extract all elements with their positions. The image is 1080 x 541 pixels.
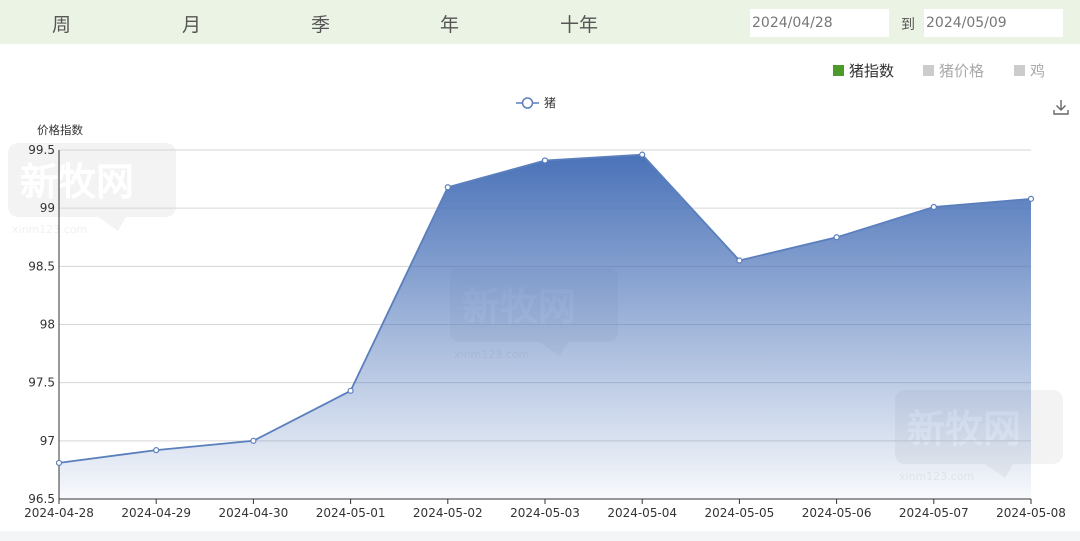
legend-label: 猪 (544, 96, 556, 110)
data-point[interactable] (250, 437, 257, 444)
x-tick-label: 2024-05-03 (510, 506, 580, 520)
x-tick-label: 2024-05-05 (705, 506, 775, 520)
data-point[interactable] (153, 447, 160, 454)
data-point[interactable] (1027, 195, 1035, 202)
data-point[interactable] (639, 151, 646, 158)
y-tick-label: 99 (40, 201, 55, 215)
x-tick-label: 2024-05-04 (607, 506, 677, 520)
series-area (59, 154, 1031, 499)
data-point[interactable] (736, 257, 743, 264)
x-tick-label: 2024-05-08 (996, 506, 1066, 520)
x-tick-label: 2024-05-06 (802, 506, 872, 520)
x-tick-label: 2024-04-30 (219, 506, 289, 520)
y-tick-label: 97.5 (28, 376, 55, 390)
data-point[interactable] (444, 184, 451, 191)
y-tick-label: 98.5 (28, 259, 55, 273)
x-tick-label: 2024-05-02 (413, 506, 483, 520)
x-tick-label: 2024-04-29 (121, 506, 191, 520)
data-point[interactable] (833, 234, 840, 241)
y-axis-title: 价格指数 (37, 123, 83, 137)
y-tick-label: 96.5 (28, 492, 55, 506)
watermark-tail (98, 217, 126, 231)
data-point[interactable] (930, 203, 937, 211)
data-point[interactable] (55, 459, 63, 467)
pig-index-chart: 新牧网xinm123.com新牧网xinm123.com新牧网xinm123.c… (8, 96, 1066, 520)
y-tick-label: 99.5 (28, 143, 55, 157)
watermark-logo-text: 新牧网 (20, 160, 134, 204)
y-tick-label: 97 (40, 434, 55, 448)
y-tick-label: 98 (40, 318, 55, 332)
watermark-site-text: xinm123.com (12, 223, 87, 236)
x-tick-label: 2024-05-01 (316, 506, 386, 520)
legend-item[interactable]: 猪 (516, 96, 556, 110)
data-point[interactable] (347, 387, 354, 394)
legend-circle-marker (521, 97, 534, 109)
x-tick-label: 2024-05-07 (899, 506, 969, 520)
x-tick-label: 2024-04-28 (24, 506, 94, 520)
data-point[interactable] (541, 157, 549, 164)
